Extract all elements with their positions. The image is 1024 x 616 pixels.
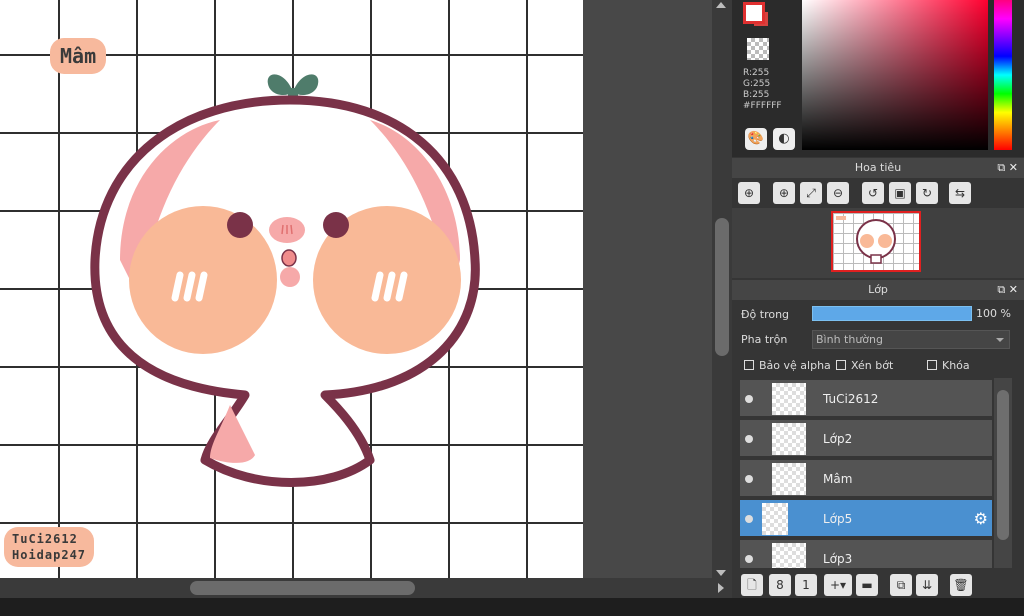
layer-name: TuCi2612: [823, 392, 879, 406]
transparent-color-swatch[interactable]: [747, 38, 769, 60]
opacity-label: Độ trong: [741, 308, 790, 321]
layer-row[interactable]: Lớp3: [740, 540, 992, 568]
navigator-preview[interactable]: [732, 208, 1024, 278]
delete-icon[interactable]: 🗑: [950, 574, 972, 596]
signature-line-2: Hoidap247: [12, 548, 87, 562]
layers-title: Lớp: [868, 283, 888, 296]
color-panel: R:255 G:255 B:255 #FFFFFF 🎨 ◐: [732, 0, 1024, 157]
clipping-label: Xén bớt: [851, 359, 894, 372]
checkbox-box[interactable]: [744, 360, 754, 370]
vertical-scroll-thumb[interactable]: [715, 218, 729, 356]
scroll-right-arrow-icon[interactable]: [718, 583, 724, 593]
hex-value: #FFFFFF: [743, 101, 782, 111]
visibility-icon[interactable]: [745, 555, 753, 563]
flip-icon[interactable]: ⇆: [949, 182, 971, 204]
checkbox-box[interactable]: [836, 360, 846, 370]
canvas-area[interactable]: Mâm TuCi2612 Hoidap247: [0, 0, 712, 578]
layer-row[interactable]: TuCi2612: [740, 380, 992, 418]
scroll-down-arrow-icon[interactable]: [716, 570, 726, 576]
add-layer-menu-icon[interactable]: +▾: [824, 574, 852, 596]
red-value: R:255: [743, 68, 770, 78]
hue-slider[interactable]: [994, 0, 1012, 150]
layer-name: Lớp5: [823, 512, 853, 526]
chevron-down-icon: [996, 338, 1004, 342]
new-1bit-layer-icon[interactable]: 1: [795, 574, 817, 596]
drawing-canvas[interactable]: Mâm TuCi2612 Hoidap247: [0, 0, 583, 578]
layer-thumbnail: [772, 383, 806, 415]
character-illustration: [90, 74, 480, 487]
blue-value: B:255: [743, 90, 770, 100]
opacity-slider[interactable]: [812, 306, 972, 321]
zoom-out-icon[interactable]: ⊖: [827, 182, 849, 204]
layer-thumbnail: [762, 503, 788, 535]
visibility-icon[interactable]: [745, 475, 753, 483]
navigator-toolbar: ⊕ ⊕ ⤢ ⊖ ↺ ▣ ↻ ⇆: [732, 178, 1024, 208]
layer-list: TuCi2612 Lớp2 Mâm Lớp5 ⚙ Lớp3: [732, 378, 1024, 568]
saturation-value-picker[interactable]: [802, 0, 988, 150]
canvas-horizontal-scrollbar[interactable]: [0, 578, 732, 598]
horizontal-scroll-thumb[interactable]: [190, 581, 415, 595]
canvas-vertical-scrollbar[interactable]: [712, 0, 732, 578]
layer-name: Mâm: [823, 472, 853, 486]
gear-icon[interactable]: ⚙: [974, 509, 988, 528]
zoom-fit-icon[interactable]: ⊕: [738, 182, 760, 204]
opacity-value: 100 %: [976, 307, 1011, 320]
green-value: G:255: [743, 79, 771, 89]
app-window: Mâm TuCi2612 Hoidap247 R:255 G:255 B:255…: [0, 0, 1024, 616]
palette-icon[interactable]: 🎨: [745, 128, 767, 150]
layer-thumbnail: [772, 463, 806, 495]
checkbox-box[interactable]: [927, 360, 937, 370]
merge-down-icon[interactable]: ⇊: [916, 574, 938, 596]
navigator-thumbnail[interactable]: [831, 211, 921, 272]
layer-name: Lớp3: [823, 552, 853, 566]
layer-name: Lớp2: [823, 432, 853, 446]
visibility-icon[interactable]: [745, 435, 753, 443]
clipping-checkbox[interactable]: Xén bớt: [836, 359, 893, 372]
actual-size-icon[interactable]: ▣: [889, 182, 911, 204]
signature-line-1: TuCi2612: [12, 532, 78, 546]
lock-label: Khóa: [942, 359, 970, 372]
right-panel: R:255 G:255 B:255 #FFFFFF 🎨 ◐ Hoa tiêu ⧉…: [732, 0, 1024, 598]
blend-mode-select[interactable]: Bình thường: [812, 330, 1010, 349]
panel-controls[interactable]: ⧉ ✕: [997, 158, 1018, 178]
palette-alt-icon[interactable]: ◐: [773, 128, 795, 150]
navigator-header: Hoa tiêu ⧉ ✕: [732, 158, 1024, 178]
protect-alpha-label: Bảo vệ alpha: [759, 359, 831, 372]
status-bar: [0, 598, 1024, 616]
layer-toolbar: 🗋 8 1 +▾ ▬ ⧉ ⇊ 🗑: [732, 570, 1024, 598]
blend-mode-value: Bình thường: [816, 333, 883, 346]
navigator-character-thumb: [836, 216, 896, 264]
panel-controls[interactable]: ⧉ ✕: [997, 280, 1018, 300]
visibility-icon[interactable]: [745, 395, 753, 403]
layer-scroll-thumb[interactable]: [997, 390, 1009, 540]
scroll-up-arrow-icon[interactable]: [716, 2, 726, 8]
visibility-icon[interactable]: [745, 515, 753, 523]
layer-thumbnail: [772, 423, 806, 455]
navigator-title: Hoa tiêu: [854, 161, 902, 174]
new-layer-icon[interactable]: 🗋: [741, 574, 763, 596]
layer-thumbnail: [772, 543, 806, 568]
signature-sticker: TuCi2612 Hoidap247: [4, 527, 95, 567]
layer-properties: Độ trong 100 % Pha trộn Bình thường Bảo …: [732, 300, 1024, 378]
rgb-readout: R:255 G:255 B:255 #FFFFFF: [743, 68, 782, 112]
protect-alpha-checkbox[interactable]: Bảo vệ alpha: [744, 359, 831, 372]
rotate-left-icon[interactable]: ↺: [862, 182, 884, 204]
fit-screen-icon[interactable]: ⤢: [800, 182, 822, 204]
blend-label: Pha trộn: [741, 333, 788, 346]
duplicate-icon[interactable]: ⧉: [890, 574, 912, 596]
layers-header: Lớp ⧉ ✕: [732, 280, 1024, 300]
folder-icon[interactable]: ▬: [856, 574, 878, 596]
layer-row[interactable]: Mâm: [740, 460, 992, 498]
foreground-color-swatch[interactable]: [743, 2, 765, 24]
lock-checkbox[interactable]: Khóa: [927, 359, 970, 372]
layer-row-selected[interactable]: Lớp5 ⚙: [740, 500, 992, 538]
new-8bit-layer-icon[interactable]: 8: [769, 574, 791, 596]
layer-row[interactable]: Lớp2: [740, 420, 992, 458]
zoom-in-icon[interactable]: ⊕: [773, 182, 795, 204]
rotate-right-icon[interactable]: ↻: [916, 182, 938, 204]
layer-list-scrollbar[interactable]: [994, 378, 1012, 568]
